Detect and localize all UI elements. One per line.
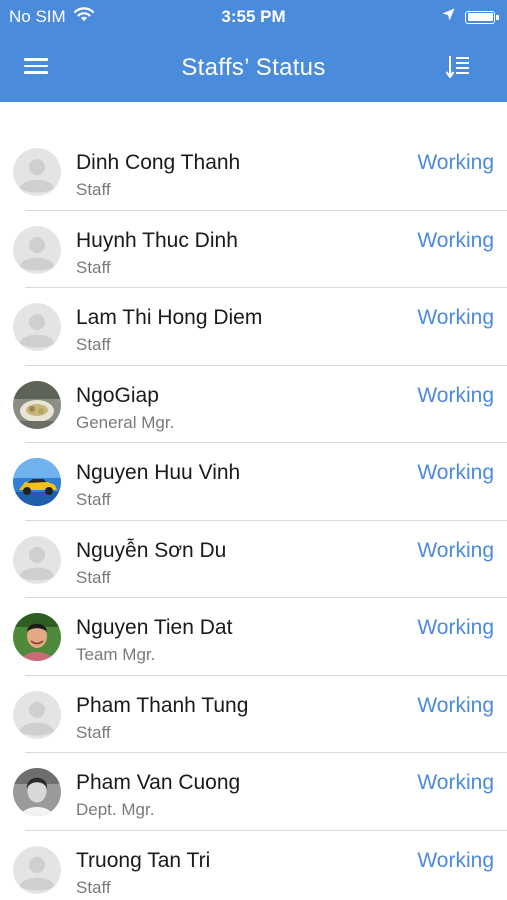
staff-name: Huynh Thuc Dinh: [76, 228, 238, 252]
staff-row[interactable]: Dinh Cong Thanh Staff Working: [0, 133, 507, 211]
avatar-placeholder-icon: [13, 690, 61, 739]
staff-status: Working: [417, 461, 494, 484]
battery-level: [467, 13, 493, 21]
status-right-icons: [442, 8, 499, 26]
staff-role: Dept. Mgr.: [76, 800, 155, 819]
staff-list: Dinh Cong Thanh Staff Working Huynh Thuc Di…: [0, 133, 507, 900]
staff-name: Pham Thanh Tung: [76, 693, 249, 717]
page-title: Staffs’ Status: [181, 54, 326, 81]
staff-status: Working: [417, 228, 494, 252]
staff-name: Truong Tan Tri: [76, 848, 211, 872]
staff-role: Staff: [76, 335, 111, 354]
staff-role: Team Mgr.: [76, 645, 156, 664]
staff-row[interactable]: NgoGiap General Mgr. Working: [0, 366, 507, 444]
staff-role: Staff: [76, 180, 111, 199]
staff-status: Working: [417, 538, 494, 562]
staff-row[interactable]: Pham Thanh Tung Staff Working: [0, 676, 507, 754]
staff-name: Lam Thi Hong Diem: [76, 306, 263, 329]
avatar-placeholder-icon: [13, 303, 61, 351]
status-time: 3:55 PM: [221, 7, 286, 26]
staff-status: Working: [417, 693, 494, 717]
staff-name: Dinh Cong Thanh: [76, 151, 241, 174]
staff-role: Staff: [76, 722, 111, 742]
staff-status: Working: [417, 771, 494, 794]
staff-row[interactable]: Pham Van Cuong Dept. Mgr. Working: [0, 753, 507, 831]
staff-row[interactable]: Lam Thi Hong Diem Staff Working: [0, 288, 507, 366]
avatar: [13, 768, 61, 816]
staff-name: Nguyen Tien Dat: [76, 616, 233, 639]
staff-name: Pham Van Cuong: [76, 771, 241, 794]
staff-row[interactable]: Truong Tan Tri Staff Working: [0, 831, 507, 900]
avatar: [13, 458, 61, 506]
staff-status: Working: [417, 383, 494, 407]
battery-icon: [465, 10, 499, 24]
header: No SIM 3:55 PM Staffs’ Status: [0, 0, 507, 102]
sort-button[interactable]: [445, 53, 473, 81]
staff-role: Staff: [76, 877, 111, 897]
staff-row[interactable]: Nguyen Huu Vinh Staff Working: [0, 443, 507, 521]
staff-role: General Mgr.: [76, 412, 175, 432]
sort-list-icon: [445, 56, 469, 78]
staff-status: Working: [417, 306, 494, 329]
avatar: [13, 380, 61, 429]
staff-row[interactable]: Nguyen Tien Dat Team Mgr. Working: [0, 598, 507, 676]
staff-role: Staff: [76, 257, 111, 277]
location-arrow-icon: [442, 8, 455, 26]
staff-status: Working: [417, 616, 494, 639]
staff-name: Nguyễn Sơn Du: [76, 538, 227, 562]
staff-status: Working: [417, 848, 494, 872]
nav-bar: Staffs’ Status: [0, 36, 507, 102]
avatar: [13, 613, 61, 661]
status-bar: No SIM 3:55 PM: [0, 0, 507, 36]
staff-row[interactable]: Nguyễn Sơn Du Staff Working: [0, 521, 507, 599]
avatar-placeholder-icon: [13, 845, 61, 894]
staff-role: Staff: [76, 490, 111, 509]
staff-row[interactable]: Huynh Thuc Dinh Staff Working: [0, 211, 507, 289]
avatar-placeholder-icon: [13, 148, 61, 196]
app-screen: No SIM 3:55 PM Staffs’ Status Dinh Cong …: [0, 0, 507, 900]
staff-name: NgoGiap: [76, 383, 159, 407]
avatar-placeholder-icon: [13, 225, 61, 274]
avatar-placeholder-icon: [13, 535, 61, 584]
staff-status: Working: [417, 151, 494, 174]
staff-role: Staff: [76, 567, 111, 587]
staff-name: Nguyen Huu Vinh: [76, 461, 241, 484]
